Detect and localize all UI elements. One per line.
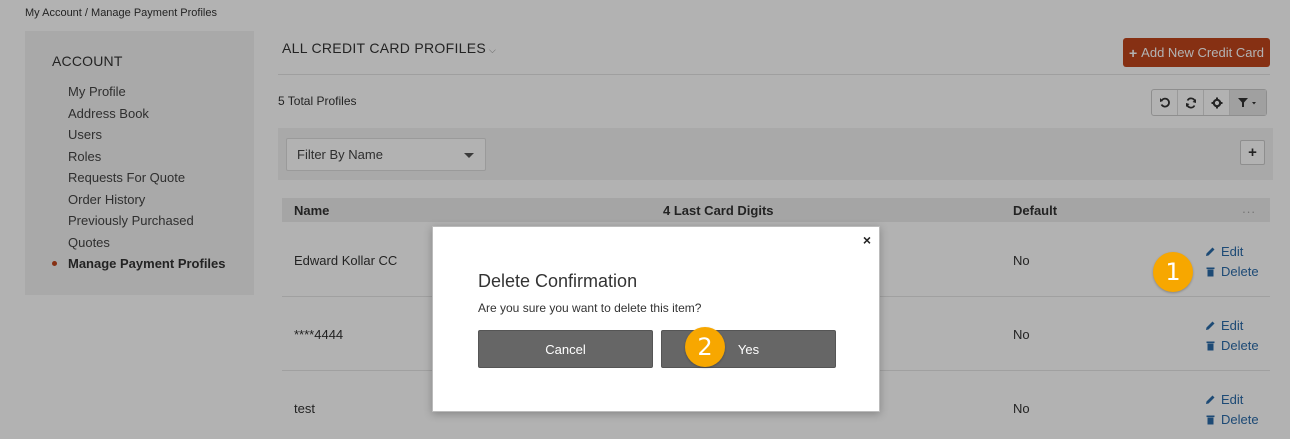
- close-icon[interactable]: ×: [863, 232, 871, 248]
- cancel-button[interactable]: Cancel: [478, 330, 653, 368]
- delete-confirmation-dialog: × Delete Confirmation Are you sure you w…: [432, 226, 880, 412]
- step-marker-2: 2: [685, 327, 725, 367]
- step-marker-1: 1: [1153, 252, 1193, 292]
- dialog-title: Delete Confirmation: [478, 271, 638, 291]
- dialog-message: Are you sure you want to delete this ite…: [478, 301, 702, 315]
